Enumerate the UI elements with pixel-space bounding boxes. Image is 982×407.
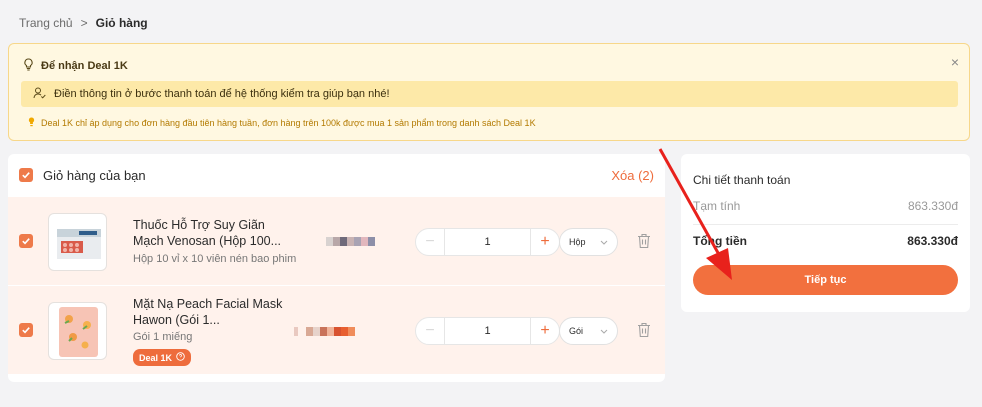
cart-item: Mặt Nạ Peach Facial Mask Hawon (Gói 1...… [8,286,665,374]
notice-message-text: Điền thông tin ở bước thanh toán để hệ t… [54,88,390,100]
payment-summary: Chi tiết thanh toán Tạm tính 863.330đ Tổ… [681,154,970,312]
user-check-icon [33,87,46,102]
cart-title: Giỏ hàng của bạn [43,167,146,183]
item-checkbox[interactable] [19,323,33,337]
breadcrumb-home[interactable]: Trang chủ [19,16,73,30]
trash-icon[interactable] [637,322,651,338]
total-label: Tổng tiền [693,234,747,248]
product-description: Hộp 10 vỉ x 10 viên nén bao phim [133,253,297,265]
notice-message: Điền thông tin ở bước thanh toán để hệ t… [21,81,958,107]
lightbulb-small-icon [28,117,35,129]
notice-footnote: Deal 1K chỉ áp dụng cho đơn hàng đầu tiê… [28,117,536,129]
total-value: 863.330đ [907,234,958,248]
divider [693,224,958,225]
price-redacted [294,327,355,336]
cart-item: Thuốc Hỗ Trợ Suy Giãn Mạch Venosan (Hộp … [8,197,665,285]
cart-panel: Giỏ hàng của bạn Xóa (2) Thuốc Hỗ Trợ Su… [8,154,665,382]
product-description: Gói 1 miếng [133,331,193,343]
quantity-stepper: − 1 + [415,317,560,345]
decrease-button[interactable]: − [416,233,444,251]
product-image[interactable] [48,302,107,360]
quantity-value[interactable]: 1 [444,318,531,344]
price-redacted [326,237,375,246]
deal-badge-label: Deal 1K [139,352,173,363]
increase-button[interactable]: + [531,233,559,251]
breadcrumb-current: Giỏ hàng [95,16,148,30]
product-name[interactable]: Mặt Nạ Peach Facial Mask Hawon (Gói 1... [133,296,293,328]
trash-icon[interactable] [637,233,651,249]
quantity-stepper: − 1 + [415,228,560,256]
product-image[interactable] [48,213,107,271]
decrease-button[interactable]: − [416,322,444,340]
breadcrumb: Trang chủ > Giỏ hàng [19,16,148,30]
unit-value: Gói [569,326,584,336]
subtotal-label: Tạm tính [693,199,741,213]
product-name[interactable]: Thuốc Hỗ Trợ Suy Giãn Mạch Venosan (Hộp … [133,217,293,249]
unit-value: Hộp [569,237,586,247]
summary-title: Chi tiết thanh toán [693,173,791,187]
subtotal-value: 863.330đ [907,199,958,213]
unit-select[interactable]: Gói [559,317,618,345]
notice-title-text: Để nhận Deal 1K [41,60,128,72]
deal-notice: Để nhận Deal 1K × Điền thông tin ở bước … [8,43,970,141]
delete-selected-button[interactable]: Xóa (2) [611,168,654,183]
deal-badge: Deal 1K [133,349,192,366]
close-icon[interactable]: × [951,54,959,70]
help-circle-icon[interactable] [176,352,185,363]
select-all-checkbox[interactable] [19,168,33,182]
chevron-down-icon [600,326,608,336]
increase-button[interactable]: + [531,322,559,340]
chevron-down-icon [600,237,608,247]
notice-footnote-text: Deal 1K chỉ áp dụng cho đơn hàng đầu tiê… [41,118,536,128]
notice-title: Để nhận Deal 1K [23,58,128,74]
cart-header: Giỏ hàng của bạn Xóa (2) [8,154,665,196]
lightbulb-icon [23,58,34,74]
quantity-value[interactable]: 1 [444,229,531,255]
unit-select[interactable]: Hộp [559,228,618,256]
continue-button[interactable]: Tiếp tục [693,265,958,295]
breadcrumb-separator: > [80,16,88,30]
item-checkbox[interactable] [19,234,33,248]
